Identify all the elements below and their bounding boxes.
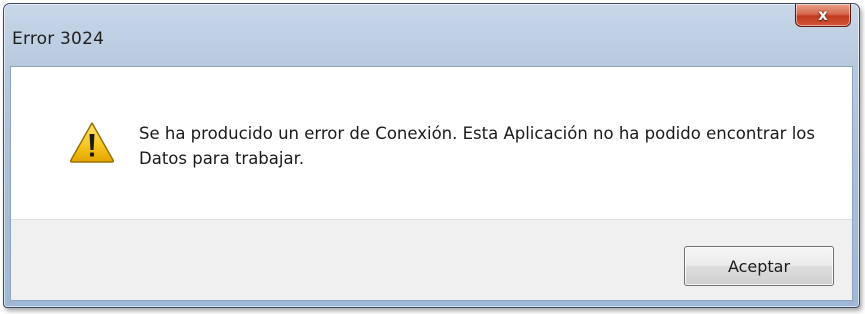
error-message: Se ha producido un error de Conexión. Es… (139, 124, 815, 168)
title-bar[interactable]: Error 3024 x (4, 4, 859, 64)
close-icon: x (818, 5, 828, 24)
message-area: Se ha producido un error de Conexión. Es… (11, 67, 852, 219)
warning-icon (69, 122, 115, 163)
close-button[interactable]: x (795, 4, 851, 27)
button-bar: Aceptar (11, 219, 852, 300)
error-dialog-window: Error 3024 x Se ha producido un error de… (3, 3, 860, 308)
accept-button[interactable]: Aceptar (684, 246, 834, 286)
dialog-client-area: Se ha producido un error de Conexión. Es… (10, 66, 853, 301)
window-title: Error 3024 (12, 29, 105, 49)
